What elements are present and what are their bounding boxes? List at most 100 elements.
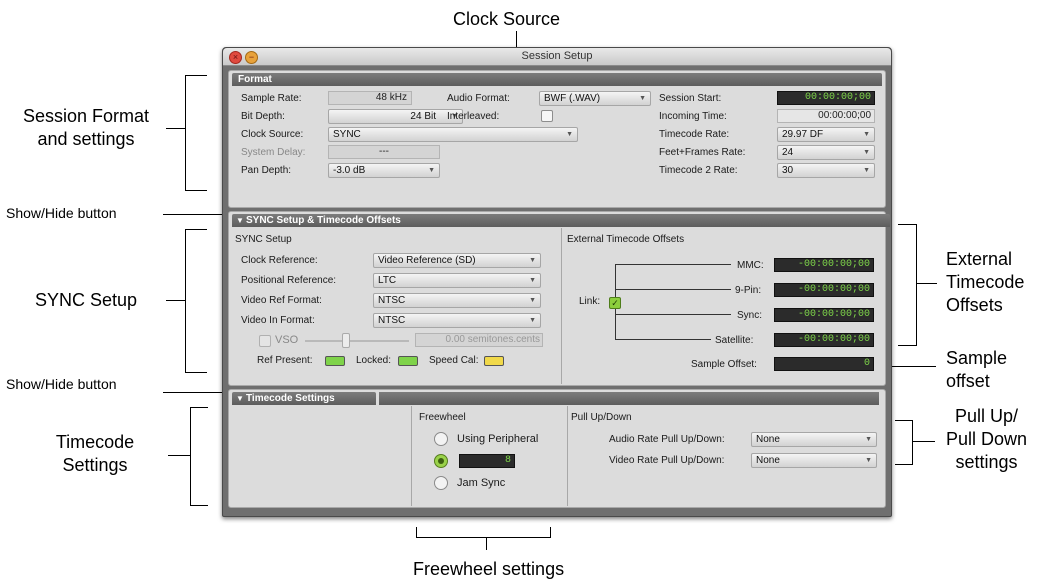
callout-freewheel-settings: Freewheel settings bbox=[413, 559, 565, 579]
timecode-header-label: Timecode Settings bbox=[246, 393, 335, 404]
bracket bbox=[185, 75, 186, 190]
chevron-down-icon: ▼ bbox=[865, 436, 872, 443]
dropdown-value: 30 bbox=[782, 165, 794, 176]
clock-reference-label: Clock Reference: bbox=[241, 255, 318, 266]
timecode-rate-dropdown[interactable]: 29.97 DF ▼ bbox=[777, 127, 875, 142]
ninepin-label: 9-Pin: bbox=[735, 285, 762, 296]
video-ref-format-dropdown[interactable]: NTSC ▼ bbox=[373, 293, 541, 308]
callout-text: Pull Down bbox=[946, 429, 1028, 449]
external-offsets-title: External Timecode Offsets bbox=[567, 234, 685, 245]
positional-reference-dropdown[interactable]: LTC ▼ bbox=[373, 273, 541, 288]
ninepin-offset-field[interactable]: -00:00:00;00 bbox=[774, 283, 874, 297]
bracket bbox=[185, 372, 207, 373]
format-panel: Format Sample Rate: 48 kHz Audio Format:… bbox=[228, 70, 886, 208]
audio-pull-dropdown[interactable]: None ▼ bbox=[751, 432, 877, 447]
callout-text: Session Format bbox=[22, 106, 150, 126]
frames-radio[interactable] bbox=[434, 454, 448, 468]
callout-text: and settings bbox=[37, 129, 135, 149]
dropdown-value: BWF (.WAV) bbox=[544, 93, 601, 104]
session-start-field[interactable]: 00:00:00;00 bbox=[777, 91, 875, 105]
format-header: Format bbox=[232, 73, 882, 86]
bracket bbox=[916, 224, 917, 345]
chevron-down-icon: ▼ bbox=[529, 297, 536, 304]
chevron-down-icon: ▼ bbox=[566, 131, 573, 138]
video-pull-label: Video Rate Pull Up/Down: bbox=[609, 455, 725, 466]
video-pull-dropdown[interactable]: None ▼ bbox=[751, 453, 877, 468]
using-peripheral-radio[interactable] bbox=[434, 432, 448, 446]
clock-source-dropdown[interactable]: SYNC ▼ bbox=[328, 127, 578, 142]
satellite-offset-field[interactable]: -00:00:00;00 bbox=[774, 333, 874, 347]
chevron-down-icon: ▼ bbox=[529, 257, 536, 264]
chevron-down-icon: ▼ bbox=[639, 95, 646, 102]
timecode-header[interactable]: ▼ Timecode Settings bbox=[232, 392, 376, 405]
freewheel-frames-field[interactable]: 8 bbox=[459, 454, 515, 468]
link-bracket bbox=[615, 289, 731, 290]
sync-offset-label: Sync: bbox=[737, 310, 763, 321]
callout-external-tc-offsets: External Timecode Offsets bbox=[946, 248, 1024, 317]
callout-show-hide-2: Show/Hide button bbox=[6, 376, 117, 392]
divider bbox=[567, 406, 568, 506]
vso-slider-thumb[interactable] bbox=[342, 333, 350, 348]
dropdown-value: 24 Bit bbox=[410, 111, 436, 122]
session-start-label: Session Start: bbox=[659, 93, 722, 104]
video-in-format-dropdown[interactable]: NTSC ▼ bbox=[373, 313, 541, 328]
callout-text: Settings bbox=[62, 455, 128, 475]
pull-title: Pull Up/Down bbox=[571, 412, 632, 423]
link-label: Link: bbox=[579, 296, 601, 307]
callout-text: Offsets bbox=[946, 295, 1003, 315]
audio-format-dropdown[interactable]: BWF (.WAV) ▼ bbox=[539, 91, 651, 106]
bracket bbox=[185, 190, 207, 191]
system-delay-field: --- bbox=[328, 145, 440, 159]
incoming-time-label: Incoming Time: bbox=[659, 111, 727, 122]
locked-led bbox=[398, 356, 418, 366]
sample-offset-field[interactable]: 0 bbox=[774, 357, 874, 371]
callout-show-hide-1: Show/Hide button bbox=[6, 205, 117, 221]
disclosure-triangle-icon[interactable]: ▼ bbox=[236, 392, 244, 405]
callout-text: External bbox=[946, 249, 1013, 269]
using-peripheral-label: Using Peripheral bbox=[457, 433, 539, 445]
feet-frames-dropdown[interactable]: 24 ▼ bbox=[777, 145, 875, 160]
sync-header[interactable]: ▼ SYNC Setup & Timecode Offsets bbox=[232, 214, 890, 227]
vso-label: VSO bbox=[275, 334, 299, 346]
bit-depth-dropdown[interactable]: 24 Bit ▼ bbox=[328, 109, 463, 124]
chevron-down-icon: ▼ bbox=[863, 131, 870, 138]
interleaved-checkbox[interactable] bbox=[541, 110, 553, 122]
callout-sync-setup: SYNC Setup bbox=[35, 290, 138, 310]
header-rule bbox=[379, 392, 879, 405]
clock-source-label: Clock Source: bbox=[241, 129, 304, 140]
link-checkbox[interactable]: ✓ bbox=[609, 297, 621, 309]
interleaved-label: Interleaved: bbox=[447, 111, 500, 122]
title-bar[interactable]: × − Session Setup bbox=[223, 48, 891, 66]
bracket bbox=[416, 527, 417, 537]
sync-offset-field[interactable]: -00:00:00;00 bbox=[774, 308, 874, 322]
sync-setup-title: SYNC Setup bbox=[235, 234, 292, 245]
clock-reference-dropdown[interactable]: Video Reference (SD) ▼ bbox=[373, 253, 541, 268]
bracket bbox=[185, 229, 207, 230]
vso-checkbox[interactable] bbox=[259, 335, 271, 347]
bracket bbox=[895, 464, 913, 465]
callout-sample-offset: Sample offset bbox=[946, 347, 1007, 393]
mmc-offset-field[interactable]: -00:00:00;00 bbox=[774, 258, 874, 272]
sample-rate-field: 48 kHz bbox=[328, 91, 412, 105]
chevron-down-icon: ▼ bbox=[428, 167, 435, 174]
pan-depth-dropdown[interactable]: -3.0 dB ▼ bbox=[328, 163, 440, 178]
incoming-time-field: 00:00:00;00 bbox=[777, 109, 875, 123]
callout-line bbox=[166, 300, 185, 301]
dropdown-value: NTSC bbox=[378, 295, 406, 306]
mmc-label: MMC: bbox=[737, 260, 764, 271]
vso-value-field: 0.00 semitones.cents bbox=[415, 333, 543, 347]
bracket bbox=[190, 407, 208, 408]
bracket bbox=[895, 420, 913, 421]
callout-session-format: Session Format and settings bbox=[6, 105, 166, 151]
jam-sync-radio[interactable] bbox=[434, 476, 448, 490]
positional-reference-label: Positional Reference: bbox=[241, 275, 337, 286]
dropdown-value: 24 bbox=[782, 147, 794, 158]
timecode2-rate-dropdown[interactable]: 30 ▼ bbox=[777, 163, 875, 178]
chevron-down-icon: ▼ bbox=[865, 457, 872, 464]
callout-line bbox=[166, 128, 185, 129]
vso-slider-track[interactable] bbox=[305, 340, 409, 342]
dropdown-value: NTSC bbox=[378, 315, 406, 326]
window-title: Session Setup bbox=[521, 50, 593, 62]
disclosure-triangle-icon[interactable]: ▼ bbox=[236, 214, 244, 227]
audio-pull-label: Audio Rate Pull Up/Down: bbox=[609, 434, 725, 445]
